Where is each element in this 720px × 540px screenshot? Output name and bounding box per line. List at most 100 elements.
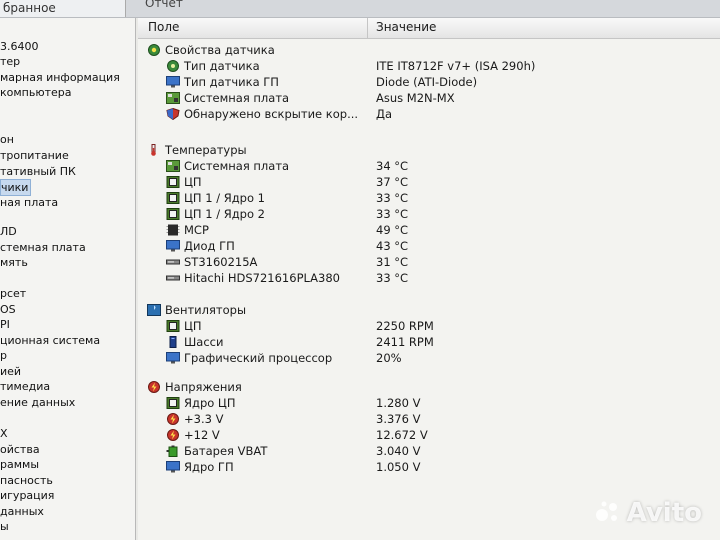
cpu-icon (166, 320, 180, 332)
sensor-row[interactable]: Шасси 2411 RPM (138, 334, 718, 350)
sensor-value: Да (376, 107, 393, 121)
sensor-row[interactable]: Системная плата 34 °C (138, 158, 718, 174)
tree-item[interactable]: ы (0, 519, 9, 534)
sensor-value: 20% (376, 351, 402, 365)
motherboard-icon (166, 160, 180, 172)
sensor-value: 49 °C (376, 223, 409, 237)
sensor-label: ЦП (184, 175, 202, 189)
sensor-row[interactable]: ЦП 1 / Ядро 1 33 °C (138, 190, 718, 206)
tree-item[interactable]: компьютера (0, 85, 72, 100)
tree-item[interactable]: данных (0, 504, 44, 519)
tree-item[interactable]: 3.6400 (0, 39, 39, 54)
sensor-value: 2411 RPM (376, 335, 434, 349)
sensor-value: 33 °C (376, 271, 409, 285)
sensor-value: Diode (ATI-Diode) (376, 75, 478, 89)
tree-item[interactable]: чики (0, 179, 32, 196)
sensor-value: 1.050 V (376, 460, 421, 474)
sensor-row[interactable]: ЦП 2250 RPM (138, 318, 718, 334)
sensor-list[interactable]: Поле Значение Свойства датчика Тип датчик… (138, 18, 720, 540)
sensor-row[interactable]: Диод ГП 43 °C (138, 238, 718, 254)
sensor-chip-icon (166, 60, 180, 72)
sensor-row[interactable]: Hitachi HDS721616PLA380 33 °C (138, 270, 718, 286)
cpu-icon (166, 176, 180, 188)
sensor-label: Шасси (184, 335, 224, 349)
tree-item[interactable]: рсет (0, 286, 26, 301)
section-sensor-props[interactable]: Свойства датчика (138, 42, 718, 58)
sensor-label: Системная плата (184, 91, 290, 105)
sensor-row[interactable]: Ядро ЦП 1.280 V (138, 395, 718, 411)
tree-item[interactable]: игурация (0, 488, 54, 503)
navigation-tree[interactable]: 3.6400 тер марная информация компьютера он тр… (0, 18, 136, 540)
sensor-row[interactable]: Ядро ГП 1.050 V (138, 459, 718, 475)
sensor-label: ЦП (184, 319, 202, 333)
tree-item[interactable]: ная плата (0, 195, 58, 210)
favorites-tab[interactable]: бранное (0, 0, 126, 17)
tree-item[interactable]: OS (0, 302, 16, 317)
tree-item[interactable]: ЛD (0, 224, 17, 239)
sensor-row[interactable]: MCP 49 °C (138, 222, 718, 238)
tree-item[interactable]: ойства (0, 442, 40, 457)
sensor-row[interactable]: Системная плата Asus M2N-MX (138, 90, 718, 106)
monitor-icon (166, 76, 180, 88)
sensor-value: ITE IT8712F v7+ (ISA 290h) (376, 59, 536, 73)
tree-item[interactable]: стемная плата (0, 240, 86, 255)
sensor-value: 34 °C (376, 159, 409, 173)
sensor-value: Asus M2N-MX (376, 91, 455, 105)
tree-item[interactable]: тимедиа (0, 379, 50, 394)
tree-item[interactable]: пасность (0, 473, 53, 488)
sensor-row[interactable]: Тип датчика ITE IT8712F v7+ (ISA 290h) (138, 58, 718, 74)
tree-item[interactable]: X (0, 426, 8, 441)
tree-item[interactable]: он (0, 132, 14, 147)
tree-item[interactable]: р (0, 348, 7, 363)
section-temperatures[interactable]: Температуры (138, 142, 718, 158)
avito-logo-icon (596, 501, 617, 521)
sensor-value: 33 °C (376, 207, 409, 221)
sensor-row[interactable]: Обнаружено вскрытие кор... Да (138, 106, 718, 122)
column-value-header[interactable]: Значение (376, 20, 436, 34)
tree-item[interactable]: PI (0, 317, 10, 332)
tree-item[interactable]: ией (0, 364, 21, 379)
cpu-icon (166, 397, 180, 409)
thermometer-icon (147, 144, 161, 156)
cpu-icon (166, 208, 180, 220)
chip-icon (166, 224, 180, 236)
sensor-label: Обнаружено вскрытие кор... (184, 107, 359, 121)
hdd-icon (166, 256, 180, 268)
sensor-row[interactable]: Тип датчика ГП Diode (ATI-Diode) (138, 74, 718, 90)
sensor-label: +12 V (184, 428, 220, 442)
sensor-label: Hitachi HDS721616PLA380 (184, 271, 340, 285)
sensor-row[interactable]: ЦП 37 °C (138, 174, 718, 190)
section-title: Напряжения (165, 380, 242, 394)
sensor-label: ST3160215A (184, 255, 258, 269)
motherboard-icon (166, 92, 180, 104)
tree-item[interactable]: мять (0, 255, 28, 270)
sensor-label: ЦП 1 / Ядро 1 (184, 191, 265, 205)
monitor-icon (166, 240, 180, 252)
tree-item[interactable]: марная информация (0, 70, 120, 85)
sensor-label: +3.3 V (184, 412, 224, 426)
column-separator[interactable] (367, 18, 368, 38)
sensor-row[interactable]: Графический процессор 20% (138, 350, 718, 366)
column-field-header[interactable]: Поле (148, 20, 179, 34)
sensor-row[interactable]: +3.3 V 3.376 V (138, 411, 718, 427)
section-fans[interactable]: Вентиляторы (138, 302, 718, 318)
tree-item[interactable]: тативный ПК (0, 164, 76, 179)
title-bar: бранное Отчёт (0, 0, 720, 18)
tree-item[interactable]: ение данных (0, 395, 75, 410)
watermark-text: Avito (626, 498, 702, 528)
tree-item[interactable]: тер (0, 54, 20, 69)
window-title: Отчёт (145, 0, 183, 10)
tree-item[interactable]: тропитание (0, 148, 69, 163)
tree-item[interactable]: раммы (0, 457, 39, 472)
sensor-row[interactable]: +12 V 12.672 V (138, 427, 718, 443)
sensor-value: 37 °C (376, 175, 409, 189)
voltage-icon (166, 429, 180, 441)
sensor-label: MCP (184, 223, 209, 237)
sensor-row[interactable]: ЦП 1 / Ядро 2 33 °C (138, 206, 718, 222)
sensor-row[interactable]: ST3160215A 31 °C (138, 254, 718, 270)
hdd-icon (166, 272, 180, 284)
tree-item[interactable]: ционная система (0, 333, 100, 348)
sensor-label: Графический процессор (184, 351, 333, 365)
section-voltages[interactable]: Напряжения (138, 379, 718, 395)
sensor-row[interactable]: Батарея VBAT 3.040 V (138, 443, 718, 459)
